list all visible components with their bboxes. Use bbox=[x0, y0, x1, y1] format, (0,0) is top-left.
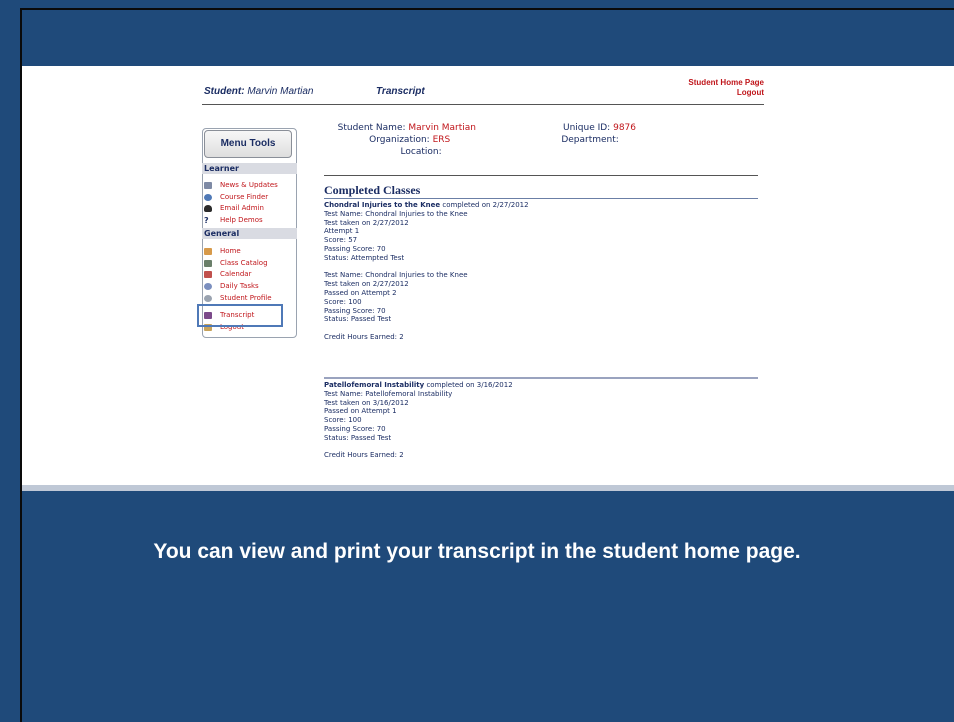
class-line: Passing Score: 70 bbox=[324, 306, 386, 315]
help-icon: ? bbox=[204, 215, 209, 225]
unique-id-value: 9876 bbox=[613, 123, 636, 133]
header-links: Student Home Page Logout bbox=[688, 78, 764, 98]
class-line: Status: Attempted Test bbox=[324, 253, 405, 262]
unique-id-label: Unique ID: bbox=[562, 123, 611, 133]
student-label: Student: bbox=[204, 86, 245, 97]
class-separator bbox=[324, 377, 758, 379]
slide: Student: Marvin Martian Transcript Stude… bbox=[0, 0, 954, 722]
class-line: Status: Passed Test bbox=[324, 315, 392, 324]
student-name-value: Marvin Martian bbox=[408, 123, 476, 133]
header-divider bbox=[202, 104, 764, 105]
class-line: Attempt 1 bbox=[324, 227, 360, 236]
class-line-blank bbox=[324, 443, 754, 452]
class-completed: completed on 2/27/2012 bbox=[442, 201, 529, 209]
menu-item-home[interactable]: Home bbox=[202, 246, 297, 256]
class-line: Status: Passed Test bbox=[324, 433, 392, 442]
class-line: Score: 57 bbox=[324, 236, 358, 245]
menu-item-student-profile[interactable]: Student Profile bbox=[202, 293, 297, 303]
class-block-chondral: Chondral Injuries to the Knee completed … bbox=[324, 201, 754, 342]
class-line: Passed on Attempt 2 bbox=[324, 288, 397, 297]
screenshot-edge bbox=[22, 485, 954, 491]
menu-item-class-catalog[interactable]: Class Catalog bbox=[202, 258, 297, 268]
student-info-right: Unique ID: 9876 Department: bbox=[540, 122, 636, 146]
class-line-blank bbox=[324, 324, 754, 333]
credit-hours: Credit Hours Earned: 2 bbox=[324, 332, 404, 341]
menu-item-daily-tasks[interactable]: Daily Tasks bbox=[202, 281, 297, 291]
class-completed: completed on 3/16/2012 bbox=[426, 381, 513, 389]
credit-hours: Credit Hours Earned: 2 bbox=[324, 451, 404, 460]
completed-classes-divider bbox=[324, 198, 758, 199]
header-student: Student: Marvin Martian bbox=[204, 86, 313, 97]
class-name: Patellofemoral Instability bbox=[324, 381, 425, 389]
department-label: Department: bbox=[561, 135, 619, 145]
menu-item-email-admin[interactable]: Email Admin bbox=[202, 203, 297, 213]
page-title: Transcript bbox=[376, 86, 425, 97]
menu-item-news[interactable]: News & Updates bbox=[202, 180, 297, 190]
transcript-highlight-box bbox=[197, 304, 283, 327]
menu-tools-button[interactable]: Menu Tools bbox=[204, 130, 292, 158]
student-name-label: Student Name: bbox=[337, 123, 406, 133]
completed-classes-title: Completed Classes bbox=[324, 183, 421, 197]
menu-item-course-finder[interactable]: Course Finder bbox=[202, 192, 297, 202]
student-home-link[interactable]: Student Home Page bbox=[688, 78, 764, 88]
profile-icon bbox=[204, 294, 212, 302]
class-line: Passing Score: 70 bbox=[324, 244, 386, 253]
email-user-icon bbox=[204, 204, 212, 212]
class-line: Passed on Attempt 1 bbox=[324, 407, 397, 416]
class-line: Test taken on 2/27/2012 bbox=[324, 218, 409, 227]
section-general: General bbox=[202, 228, 297, 239]
class-name: Chondral Injuries to the Knee bbox=[324, 201, 441, 209]
news-icon bbox=[204, 181, 212, 189]
class-line: Score: 100 bbox=[324, 297, 362, 306]
class-line: Passing Score: 70 bbox=[324, 424, 386, 433]
class-line: Test taken on 3/16/2012 bbox=[324, 398, 409, 407]
tasks-icon bbox=[204, 282, 212, 290]
logout-link[interactable]: Logout bbox=[688, 88, 764, 98]
organization-value: ERS bbox=[432, 135, 451, 145]
home-icon bbox=[204, 247, 212, 255]
catalog-icon bbox=[204, 259, 212, 267]
class-line: Test Name: Chondral Injuries to the Knee bbox=[324, 271, 468, 280]
student-info-left: Student Name: Marvin Martian Organizatio… bbox=[326, 122, 476, 158]
menu-item-calendar[interactable]: Calendar bbox=[202, 269, 297, 279]
class-line: Score: 100 bbox=[324, 416, 362, 425]
calendar-icon bbox=[204, 270, 212, 278]
class-block-patellofemoral: Patellofemoral Instability completed on … bbox=[324, 381, 754, 460]
location-label: Location: bbox=[400, 147, 442, 157]
class-line: Test taken on 2/27/2012 bbox=[324, 280, 409, 289]
section-learner: Learner bbox=[202, 163, 297, 174]
class-line-blank bbox=[324, 263, 754, 272]
menu-item-help-demos[interactable]: ? Help Demos bbox=[202, 215, 297, 225]
organization-label: Organization: bbox=[369, 135, 430, 145]
class-line: Test Name: Chondral Injuries to the Knee bbox=[324, 209, 468, 218]
search-icon bbox=[204, 193, 212, 201]
student-name: Marvin Martian bbox=[247, 86, 314, 97]
slide-caption: You can view and print your transcript i… bbox=[153, 540, 801, 563]
info-divider bbox=[324, 175, 758, 176]
class-line: Test Name: Patellofemoral Instability bbox=[324, 389, 453, 398]
